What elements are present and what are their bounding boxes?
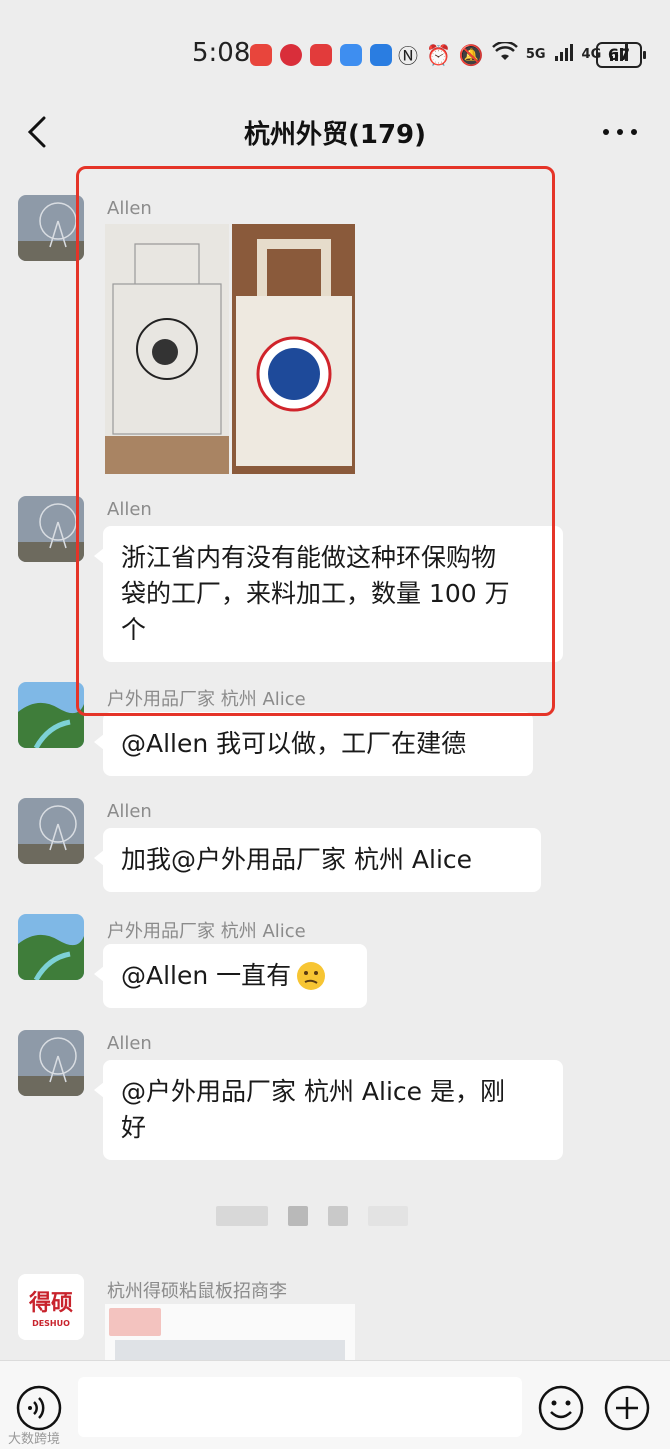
nfc-icon: Ⓝ [398, 44, 418, 68]
ferris-wheel-avatar-icon [18, 798, 84, 864]
message-text-line: 好 [121, 1113, 147, 1142]
wifi-icon [491, 40, 518, 67]
voice-input-button[interactable] [16, 1385, 62, 1431]
logo-subtext: DESHUO [32, 1319, 70, 1328]
blurred-content [216, 1206, 408, 1226]
avatar-allen[interactable] [18, 496, 84, 562]
sender-name: 杭州得硕粘鼠板招商李 [107, 1281, 287, 1302]
message-text-line: @户外用品厂家 杭州 Alice 是，刚 [121, 1077, 505, 1106]
smiley-icon [538, 1385, 584, 1431]
more-dots-icon [603, 129, 637, 135]
more-actions-button[interactable] [604, 1385, 650, 1431]
blurred-block [216, 1206, 268, 1226]
message-bubble[interactable]: @Allen 一直有 [94, 944, 367, 1008]
plus-icon [604, 1385, 650, 1431]
logo-text: 得硕 [28, 1290, 73, 1316]
sender-name: Allen [107, 499, 152, 520]
app-notification-icon [250, 44, 272, 66]
deshuo-logo-icon: 得硕 DESHUO [18, 1274, 84, 1340]
blurred-block [288, 1206, 308, 1226]
message-text-line: 个 [121, 615, 147, 644]
landscape-avatar-icon [18, 682, 84, 748]
app-notification-icon [280, 44, 302, 66]
avatar-alice[interactable] [18, 682, 84, 748]
system-icons: Ⓝ ⏰ 🔕 5G 4G [398, 40, 629, 69]
status-bar: 5:08 Ⓝ ⏰ 🔕 5G 4G 67 [0, 0, 670, 100]
blurred-block [328, 1206, 348, 1226]
sender-name: 户外用品厂家 杭州 Alice [107, 921, 306, 942]
blurred-logo-thumbnail [109, 1308, 161, 1336]
message-text: @Allen 一直有 [121, 961, 292, 990]
sender-name: Allen [107, 1033, 152, 1054]
message-input[interactable] [78, 1377, 522, 1437]
message-bubble[interactable]: @Allen 我可以做，工厂在建德 [94, 712, 533, 776]
message-bubble[interactable]: 加我@户外用品厂家 杭州 Alice [94, 828, 541, 892]
avatar-allen[interactable] [18, 798, 84, 864]
battery-indicator: 67 [596, 42, 646, 68]
ferris-wheel-avatar-icon [18, 496, 84, 562]
app-notification-icon [310, 44, 332, 66]
canvas-bag-photo[interactable] [231, 224, 355, 474]
chat-header: 杭州外贸(179) [0, 100, 670, 164]
ferris-wheel-avatar-icon [18, 1030, 84, 1096]
avatar-alice[interactable] [18, 914, 84, 980]
avatar-allen[interactable] [18, 195, 84, 261]
app-notification-icon [370, 44, 392, 66]
blurred-image-area [115, 1340, 345, 1360]
message-bubble[interactable]: 浙江省内有没有能做这种环保购物 袋的工厂，来料加工，数量 100 万 个 [94, 526, 563, 662]
bag-sketch-image[interactable] [105, 224, 229, 474]
image-message[interactable] [105, 224, 355, 474]
blurred-block [368, 1206, 408, 1226]
status-time: 5:08 [192, 38, 251, 68]
avatar-allen[interactable] [18, 1030, 84, 1096]
sender-name: 户外用品厂家 杭州 Alice [107, 689, 306, 710]
mute-icon: 🔕 [458, 42, 484, 67]
watermark: 大数跨境 [8, 1432, 61, 1447]
signal-label-5g: 5G [525, 47, 546, 62]
ferris-wheel-avatar-icon [18, 195, 84, 261]
thinking-emoji-icon [297, 962, 326, 990]
signal-bars-icon [554, 42, 574, 67]
more-options-button[interactable] [598, 114, 642, 150]
chat-input-bar [0, 1360, 670, 1449]
voice-icon [16, 1385, 62, 1431]
notification-icons [250, 42, 392, 68]
message-text-line: 袋的工厂，来料加工，数量 100 万 [121, 579, 510, 608]
image-message-preview[interactable] [105, 1304, 355, 1360]
message-bubble[interactable]: @户外用品厂家 杭州 Alice 是，刚 好 [94, 1060, 563, 1160]
alarm-icon: ⏰ [426, 42, 451, 67]
avatar-deshuo[interactable]: 得硕 DESHUO [18, 1274, 84, 1340]
message-text-line: 浙江省内有没有能做这种环保购物 [121, 543, 497, 572]
sender-name: Allen [107, 198, 152, 219]
sender-name: Allen [107, 801, 152, 822]
chat-title: 杭州外贸(179) [243, 120, 427, 150]
landscape-avatar-icon [18, 914, 84, 980]
app-notification-icon [340, 44, 362, 66]
emoji-button[interactable] [538, 1385, 584, 1431]
